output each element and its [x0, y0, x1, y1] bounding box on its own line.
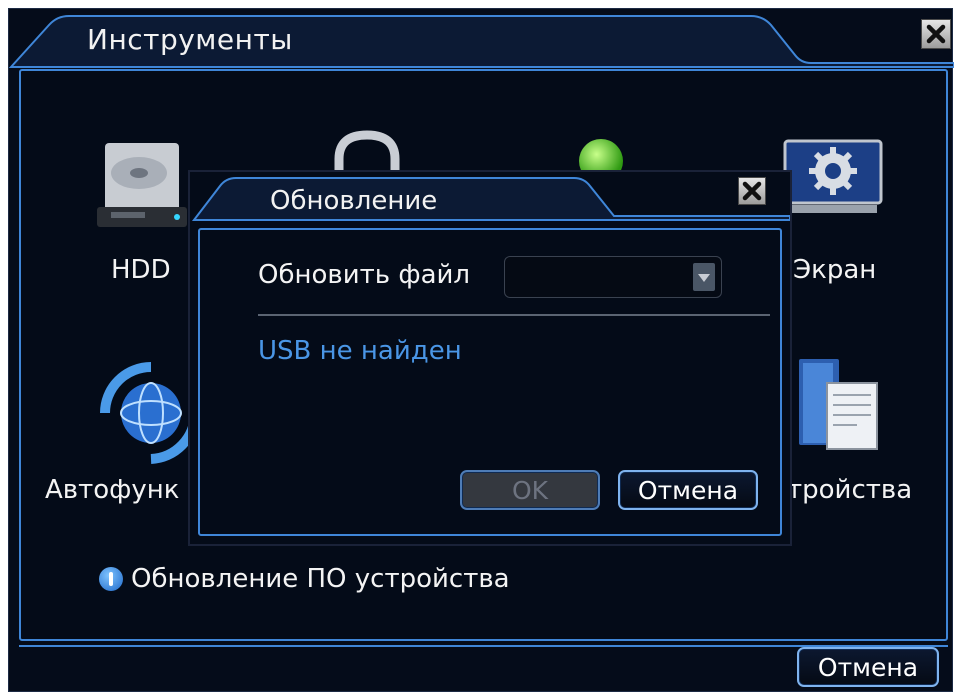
- usb-status-message: USB не найден: [258, 336, 462, 366]
- close-icon: [742, 181, 762, 201]
- info-icon: [99, 567, 123, 591]
- server-document-icon: [799, 359, 878, 450]
- update-file-select[interactable]: [504, 256, 722, 298]
- dialog-cancel-button[interactable]: Отмена: [618, 470, 758, 510]
- tool-device[interactable]: тройства: [785, 353, 925, 505]
- dialog-title: Обновление: [270, 186, 438, 216]
- window-title: Инструменты: [87, 23, 293, 56]
- dialog-divider: [258, 314, 770, 316]
- status-line: Обновление ПО устройства: [99, 562, 510, 596]
- update-dialog: Обновление Обновить файл USB не найден O…: [188, 170, 792, 546]
- tool-auto[interactable]: Автофунк: [45, 357, 205, 507]
- tool-label-auto: Автофунк: [45, 475, 180, 505]
- status-text: Обновление ПО устройства: [131, 564, 510, 594]
- tool-hdd[interactable]: HDD: [91, 137, 201, 287]
- tool-label-device: тройства: [787, 475, 913, 505]
- chevron-down-icon[interactable]: [693, 263, 715, 291]
- close-icon: [926, 24, 946, 44]
- close-button[interactable]: [921, 19, 951, 49]
- dialog-close-button[interactable]: [738, 177, 766, 205]
- tool-label-screen: Экран: [793, 255, 877, 285]
- tool-screen[interactable]: Экран: [783, 139, 923, 289]
- hdd-icon: [97, 143, 187, 227]
- tool-label-hdd: HDD: [111, 255, 171, 285]
- update-file-label: Обновить файл: [258, 260, 471, 290]
- monitor-gear-icon: [783, 139, 883, 213]
- ok-button[interactable]: OK: [460, 470, 600, 510]
- footer-cancel-button[interactable]: Отмена: [797, 647, 939, 687]
